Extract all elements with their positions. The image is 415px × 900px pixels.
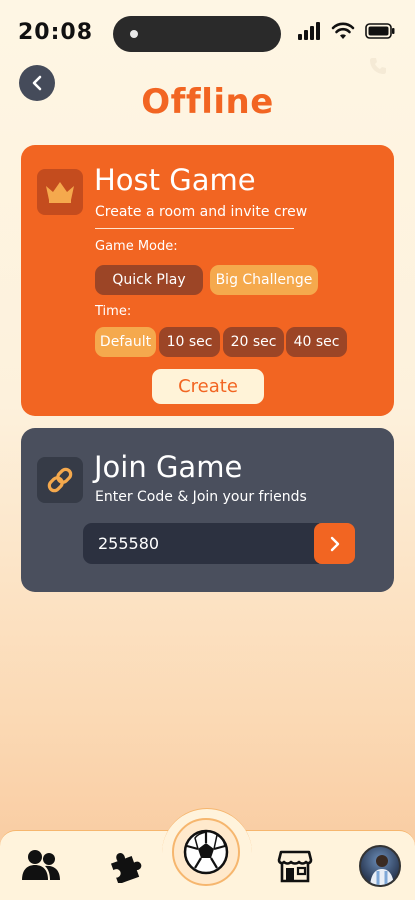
status-icons [297, 22, 395, 40]
status-time: 20:08 [18, 20, 94, 45]
time-10-sec-button[interactable]: 10 sec [159, 327, 220, 357]
store-icon [277, 850, 313, 883]
host-card-subtitle: Create a room and invite crew [95, 204, 308, 220]
join-game-card: Join Game Enter Code & Join your friends… [21, 428, 394, 592]
nav-store[interactable] [276, 847, 314, 885]
wifi-icon [331, 22, 355, 39]
host-card-divider [95, 228, 294, 229]
link-icon [47, 467, 73, 493]
mode-quick-play-button[interactable]: Quick Play [95, 265, 203, 295]
camera-dot [130, 30, 138, 38]
time-40-sec-button[interactable]: 40 sec [286, 327, 347, 357]
nav-friends[interactable] [20, 846, 62, 884]
host-icon-tile [37, 169, 83, 215]
game-mode-label: Game Mode: [95, 239, 178, 254]
soccer-ball-icon [183, 829, 229, 875]
page-title: Offline [141, 82, 274, 122]
dynamic-island [113, 16, 281, 52]
people-icon [22, 850, 60, 880]
phone-icon [370, 58, 386, 74]
mode-big-challenge-button[interactable]: Big Challenge [210, 265, 318, 295]
join-card-subtitle: Enter Code & Join your friends [95, 489, 307, 505]
time-default-button[interactable]: Default [95, 327, 156, 357]
avatar[interactable] [359, 845, 401, 887]
chevron-right-icon [330, 536, 339, 551]
join-card-title: Join Game [94, 450, 243, 484]
time-20-sec-button[interactable]: 20 sec [223, 327, 284, 357]
join-icon-tile [37, 457, 83, 503]
create-button[interactable]: Create [152, 369, 264, 404]
host-card-title: Host Game [94, 163, 256, 197]
puzzle-icon [110, 853, 142, 883]
signal-icon [298, 22, 320, 40]
time-label: Time: [95, 304, 132, 319]
crown-icon [46, 182, 74, 203]
join-submit-button[interactable] [314, 523, 355, 564]
host-game-card: Host Game Create a room and invite crew … [21, 145, 394, 416]
battery-icon [365, 23, 395, 39]
nav-play[interactable] [172, 818, 240, 886]
nav-puzzle[interactable] [106, 848, 144, 884]
join-code-input[interactable]: 255580 [83, 523, 319, 564]
status-bar: 20:08 [0, 0, 415, 60]
